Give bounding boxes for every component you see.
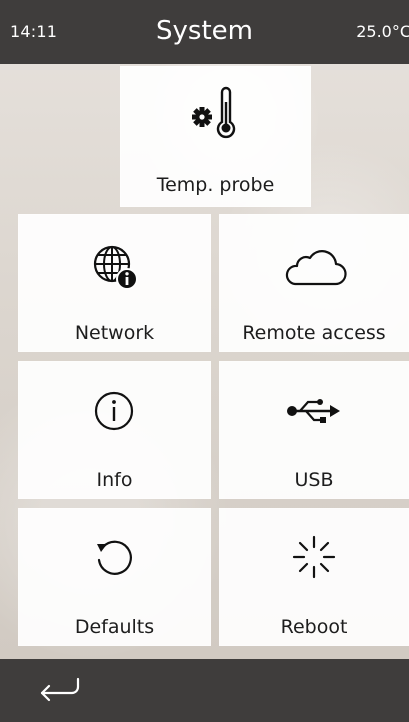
globe-info-icon bbox=[93, 245, 138, 290]
gear-thermometer-icon bbox=[192, 86, 236, 139]
temp-probe-label: Temp. probe bbox=[156, 174, 275, 196]
page-title: System bbox=[156, 16, 253, 46]
remote-access-tile[interactable]: Remote access bbox=[219, 214, 409, 352]
reboot-tile[interactable]: Reboot bbox=[219, 508, 409, 646]
temp-probe-tile[interactable]: Temp. probe bbox=[120, 66, 311, 207]
info-label: Info bbox=[96, 469, 133, 491]
reboot-spinner-icon bbox=[292, 535, 336, 579]
navigation-bar bbox=[0, 659, 409, 722]
network-tile[interactable]: Network bbox=[18, 214, 211, 352]
usb-icon bbox=[287, 399, 340, 423]
status-bar: 14:11 System 25.0°C bbox=[0, 0, 409, 64]
info-circle-icon bbox=[94, 391, 134, 431]
network-label: Network bbox=[74, 322, 155, 344]
reset-icon bbox=[97, 540, 132, 575]
usb-tile[interactable]: USB bbox=[219, 361, 409, 499]
defaults-label: Defaults bbox=[74, 616, 155, 638]
remote-access-label: Remote access bbox=[242, 322, 386, 344]
back-arrow-icon[interactable] bbox=[34, 669, 84, 709]
reboot-label: Reboot bbox=[280, 616, 348, 638]
info-tile[interactable]: Info bbox=[18, 361, 211, 499]
temperature-readout: 25.0°C bbox=[356, 22, 409, 41]
usb-label: USB bbox=[294, 469, 334, 491]
defaults-tile[interactable]: Defaults bbox=[18, 508, 211, 646]
cloud-icon bbox=[285, 250, 347, 286]
